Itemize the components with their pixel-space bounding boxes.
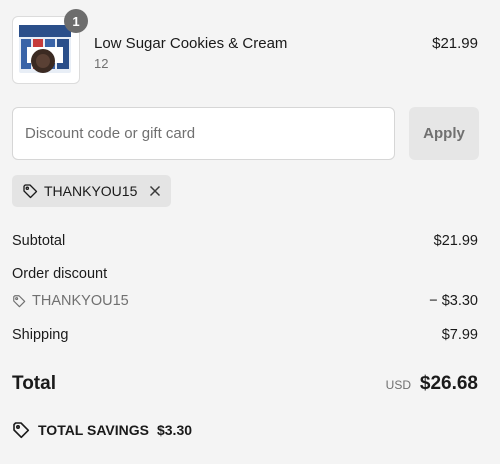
total-currency: USD: [385, 378, 411, 392]
total-value: $26.68: [419, 373, 478, 394]
applied-discount-code: THANKYOU15: [44, 183, 138, 199]
product-price: $21.99: [432, 35, 478, 52]
quantity-badge: 1: [64, 9, 88, 33]
applied-discount-chip: THANKYOU15: [12, 175, 171, 207]
order-discount-label: Order discount: [12, 266, 108, 282]
subtotal-value: $21.99: [433, 233, 478, 249]
discount-value: − $3.30: [429, 293, 478, 309]
tag-icon: [12, 294, 26, 308]
discount-code-text: THANKYOU15: [32, 293, 129, 309]
product-name: Low Sugar Cookies & Cream: [94, 35, 288, 52]
tag-icon: [22, 183, 38, 199]
discount-code-row: THANKYOU15: [12, 293, 129, 309]
discount-code-input[interactable]: [12, 107, 395, 160]
remove-discount-icon[interactable]: [149, 185, 161, 197]
shipping-value: $7.99: [441, 327, 478, 343]
apply-button[interactable]: Apply: [409, 107, 479, 160]
total-savings-label: TOTAL SAVINGS: [38, 422, 149, 438]
total-savings: TOTAL SAVINGS $3.30: [12, 421, 192, 439]
subtotal-label: Subtotal: [12, 233, 66, 249]
total-label: Total: [12, 373, 56, 394]
shipping-label: Shipping: [12, 327, 69, 343]
product-variant: 12: [94, 56, 109, 71]
savings-tag-icon: [12, 421, 30, 439]
total-savings-value: $3.30: [156, 422, 193, 438]
